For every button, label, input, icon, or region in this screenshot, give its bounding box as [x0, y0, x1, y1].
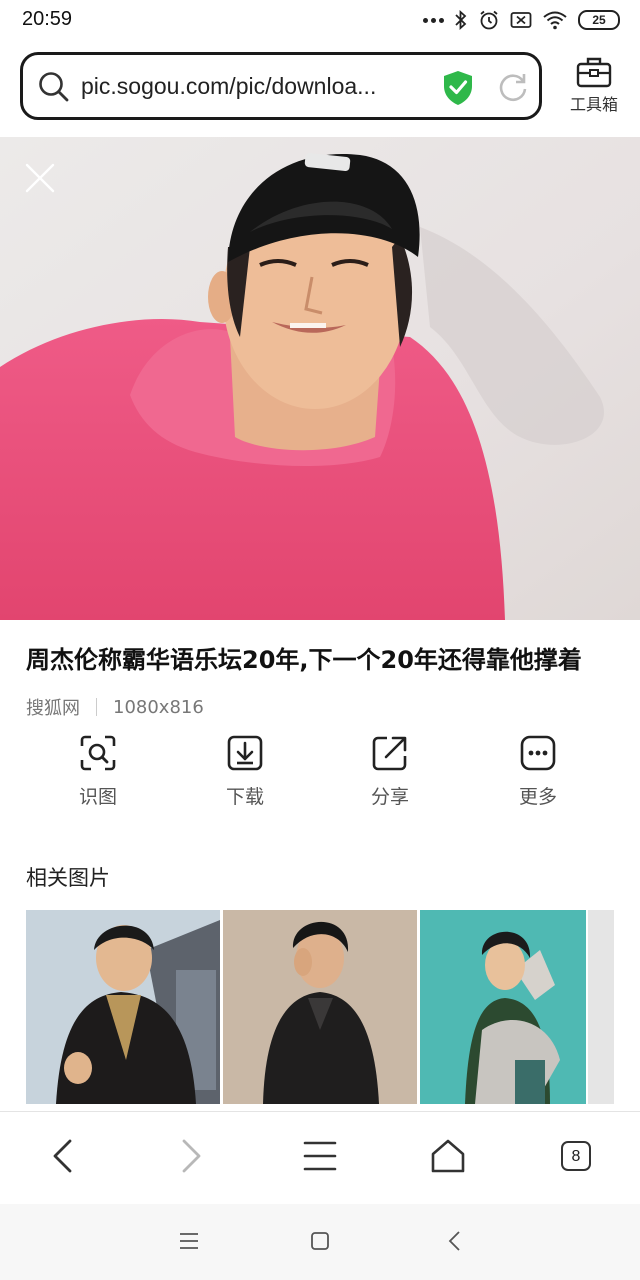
more-button[interactable]: 更多 — [488, 734, 588, 809]
download-button[interactable]: 下载 — [195, 734, 295, 809]
status-bar: 20:59 25 — [0, 0, 640, 40]
search-icon — [39, 72, 69, 102]
system-home-icon[interactable] — [309, 1230, 331, 1252]
meta-divider — [96, 698, 97, 716]
related-image[interactable] — [223, 910, 417, 1104]
more-icon — [520, 735, 556, 771]
menu-icon[interactable] — [302, 1138, 338, 1174]
related-image[interactable] — [588, 910, 614, 1104]
image-search-button[interactable]: 识图 — [48, 734, 148, 809]
action-bar: 识图 下载 分享 更多 — [0, 734, 640, 814]
wifi-icon — [543, 11, 567, 30]
toolbox-icon — [576, 57, 612, 88]
recents-icon[interactable] — [178, 1230, 200, 1252]
system-navigation-bar — [0, 1204, 640, 1280]
address-bar[interactable]: pic.sogou.com/pic/downloa... — [20, 52, 542, 120]
status-time: 20:59 — [22, 8, 73, 30]
alarm-icon — [480, 10, 498, 30]
more-dots-icon — [423, 17, 444, 23]
sim-off-icon — [510, 12, 532, 28]
related-image[interactable] — [26, 910, 220, 1104]
close-icon[interactable] — [24, 162, 56, 194]
home-icon[interactable] — [430, 1138, 466, 1174]
forward-icon[interactable] — [176, 1138, 206, 1174]
related-image[interactable] — [420, 910, 586, 1104]
url-text[interactable]: pic.sogou.com/pic/downloa... — [81, 73, 416, 100]
system-back-icon[interactable] — [444, 1230, 466, 1252]
image-title: 周杰伦称霸华语乐坛20年,下一个20年还得靠他撑着 — [26, 646, 582, 674]
main-photo[interactable] — [0, 137, 640, 620]
bluetooth-icon — [455, 10, 467, 30]
related-images-title: 相关图片 — [26, 866, 110, 890]
share-button[interactable]: 分享 — [340, 734, 440, 809]
browser-toolbar: 8 — [0, 1111, 640, 1204]
image-dimensions: 1080x816 — [113, 696, 204, 718]
reload-icon[interactable] — [496, 70, 530, 104]
toolbox-label: 工具箱 — [569, 95, 618, 114]
battery-icon: 25 — [578, 10, 620, 30]
image-source[interactable]: 搜狐网 — [26, 694, 80, 720]
tabs-button[interactable]: 8 — [561, 1141, 591, 1171]
related-images-grid — [26, 910, 614, 1104]
shield-check-icon[interactable] — [441, 69, 475, 107]
back-icon[interactable] — [48, 1138, 78, 1174]
image-meta: 搜狐网 1080x816 — [26, 694, 204, 720]
share-icon — [372, 736, 407, 771]
toolbox-button[interactable]: 工具箱 — [562, 52, 626, 124]
image-search-icon — [80, 735, 116, 771]
download-icon — [227, 735, 263, 771]
